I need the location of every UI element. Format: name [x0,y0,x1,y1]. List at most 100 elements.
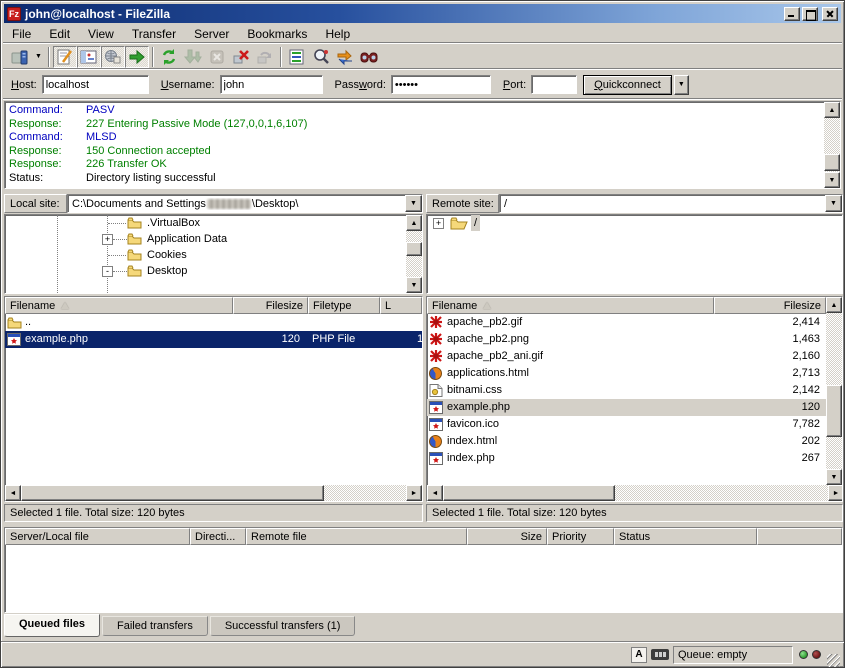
scroll-right-icon[interactable] [406,485,422,501]
scroll-left-icon[interactable] [427,485,443,501]
log-scrollbar[interactable] [824,102,840,188]
username-input[interactable] [220,75,323,94]
remote-list-hscrollbar[interactable] [427,485,843,501]
site-manager-icon[interactable] [8,46,32,68]
site-manager-dropdown-icon[interactable]: ▼ [32,46,45,68]
tab-failed-transfers[interactable]: Failed transfers [102,616,208,636]
local-column-filesize[interactable]: Filesize [233,297,308,314]
remote-file-row[interactable]: bitnami.css 2,142 [427,382,826,399]
local-site-combobox[interactable]: C:\Documents and Settings\Desktop\ [67,194,423,213]
menu-view[interactable]: View [79,25,123,43]
remote-file-row[interactable]: favicon.ico 7,782 [427,416,826,433]
queue-column-priority[interactable]: Priority [547,528,614,545]
remote-list-vscrollbar[interactable] [826,297,842,485]
remote-column-filename[interactable]: Filename [427,297,714,314]
scrollbar-thumb[interactable] [406,242,422,256]
directory-comparison-icon[interactable] [309,46,333,68]
scroll-right-icon[interactable] [828,485,843,501]
speed-limit-icon[interactable] [651,649,669,660]
toggle-message-log-icon[interactable] [53,46,77,68]
queue-column-direction[interactable]: Directi... [190,528,246,545]
resize-grip[interactable] [827,654,840,667]
tree-item-root[interactable]: + / [427,215,842,231]
menu-server[interactable]: Server [185,25,238,43]
tree-item-application-data[interactable]: + Application Data [5,231,406,247]
toggle-remote-tree-icon[interactable] [101,46,125,68]
folder-icon [127,233,142,245]
remote-file-row[interactable]: index.html 202 [427,433,826,450]
maximize-icon[interactable] [802,7,818,21]
remote-file-row[interactable]: apache_pb2.gif 2,414 [427,314,826,331]
refresh-icon[interactable] [157,46,181,68]
disconnect-icon[interactable] [229,46,253,68]
scroll-up-icon[interactable] [406,215,422,231]
quickconnect-dropdown-icon[interactable]: ▼ [674,75,689,95]
remote-file-row[interactable]: index.php 267 [427,450,826,467]
menu-transfer[interactable]: Transfer [123,25,185,43]
scroll-up-icon[interactable] [824,102,840,118]
scrollbar-thumb[interactable] [826,385,842,437]
directory-listing-filters-icon[interactable] [285,46,309,68]
remote-file-row[interactable]: applications.html 2,713 [427,365,826,382]
port-input[interactable] [531,75,577,94]
ascii-data-type-icon[interactable]: A [631,647,647,663]
scroll-down-icon[interactable] [826,469,842,485]
log-line: Command:PASV [6,104,823,118]
collapse-minus-icon[interactable]: - [102,266,113,277]
scrollbar-thumb[interactable] [824,154,840,171]
local-column-filename[interactable]: Filename [5,297,233,314]
local-directory-tree: .VirtualBox + Application Data Cookies -… [4,214,423,294]
scroll-up-icon[interactable] [826,297,842,313]
find-files-icon[interactable] [357,46,381,68]
local-site-label: Local site: [4,194,67,213]
tree-item-cookies[interactable]: Cookies [5,247,406,263]
toggle-local-tree-icon[interactable] [77,46,101,68]
cancel-operation-icon[interactable] [205,46,229,68]
menu-file[interactable]: File [3,25,40,43]
local-tree-scrollbar[interactable] [406,215,422,293]
local-list-hscrollbar[interactable] [5,485,422,501]
remote-file-row[interactable]: apache_pb2_ani.gif 2,160 [427,348,826,365]
minimize-icon[interactable] [784,7,800,21]
scrollbar-thumb[interactable] [443,485,615,501]
scroll-left-icon[interactable] [5,485,21,501]
expand-plus-icon[interactable]: + [433,218,444,229]
divider [3,98,842,100]
window-title: john@localhost - FileZilla [25,7,170,21]
toggle-transfer-queue-icon[interactable] [125,46,149,68]
queue-column-remote-file[interactable]: Remote file [246,528,467,545]
quickconnect-button[interactable]: Quickconnect [583,75,672,95]
local-file-row-selected[interactable]: example.php 120 PHP File 1 [5,331,422,348]
tab-successful-transfers[interactable]: Successful transfers (1) [210,616,356,636]
scroll-down-icon[interactable] [824,172,840,188]
password-label: Password: [335,79,386,91]
chevron-down-icon[interactable] [825,195,842,212]
expand-plus-icon[interactable]: + [102,234,113,245]
local-file-row-parent[interactable]: .. [5,314,422,331]
remote-file-row-selected[interactable]: example.php 120 [427,399,826,416]
tree-item-virtualbox[interactable]: .VirtualBox [5,215,406,231]
remote-site-combobox[interactable]: / [499,194,843,213]
reconnect-icon[interactable] [253,46,277,68]
local-column-filetype[interactable]: Filetype [308,297,380,314]
synchronized-browsing-icon[interactable] [333,46,357,68]
log-line: Response:226 Transfer OK [6,158,823,172]
scroll-down-icon[interactable] [406,277,422,293]
remote-column-filesize[interactable]: Filesize [714,297,826,314]
local-column-last-modified[interactable]: L [380,297,422,314]
process-queue-icon[interactable] [181,46,205,68]
chevron-down-icon[interactable] [405,195,422,212]
tab-queued-files[interactable]: Queued files [4,614,100,637]
menu-help[interactable]: Help [316,25,359,43]
menu-bookmarks[interactable]: Bookmarks [238,25,316,43]
queue-column-size[interactable]: Size [467,528,547,545]
scrollbar-thumb[interactable] [21,485,324,501]
password-input[interactable] [391,75,491,94]
menu-edit[interactable]: Edit [40,25,79,43]
close-icon[interactable] [822,7,838,21]
queue-column-server-local-file[interactable]: Server/Local file [5,528,190,545]
queue-column-status[interactable]: Status [614,528,757,545]
remote-file-row[interactable]: apache_pb2.png 1,463 [427,331,826,348]
tree-item-desktop[interactable]: - Desktop [5,263,406,279]
host-input[interactable] [42,75,149,94]
